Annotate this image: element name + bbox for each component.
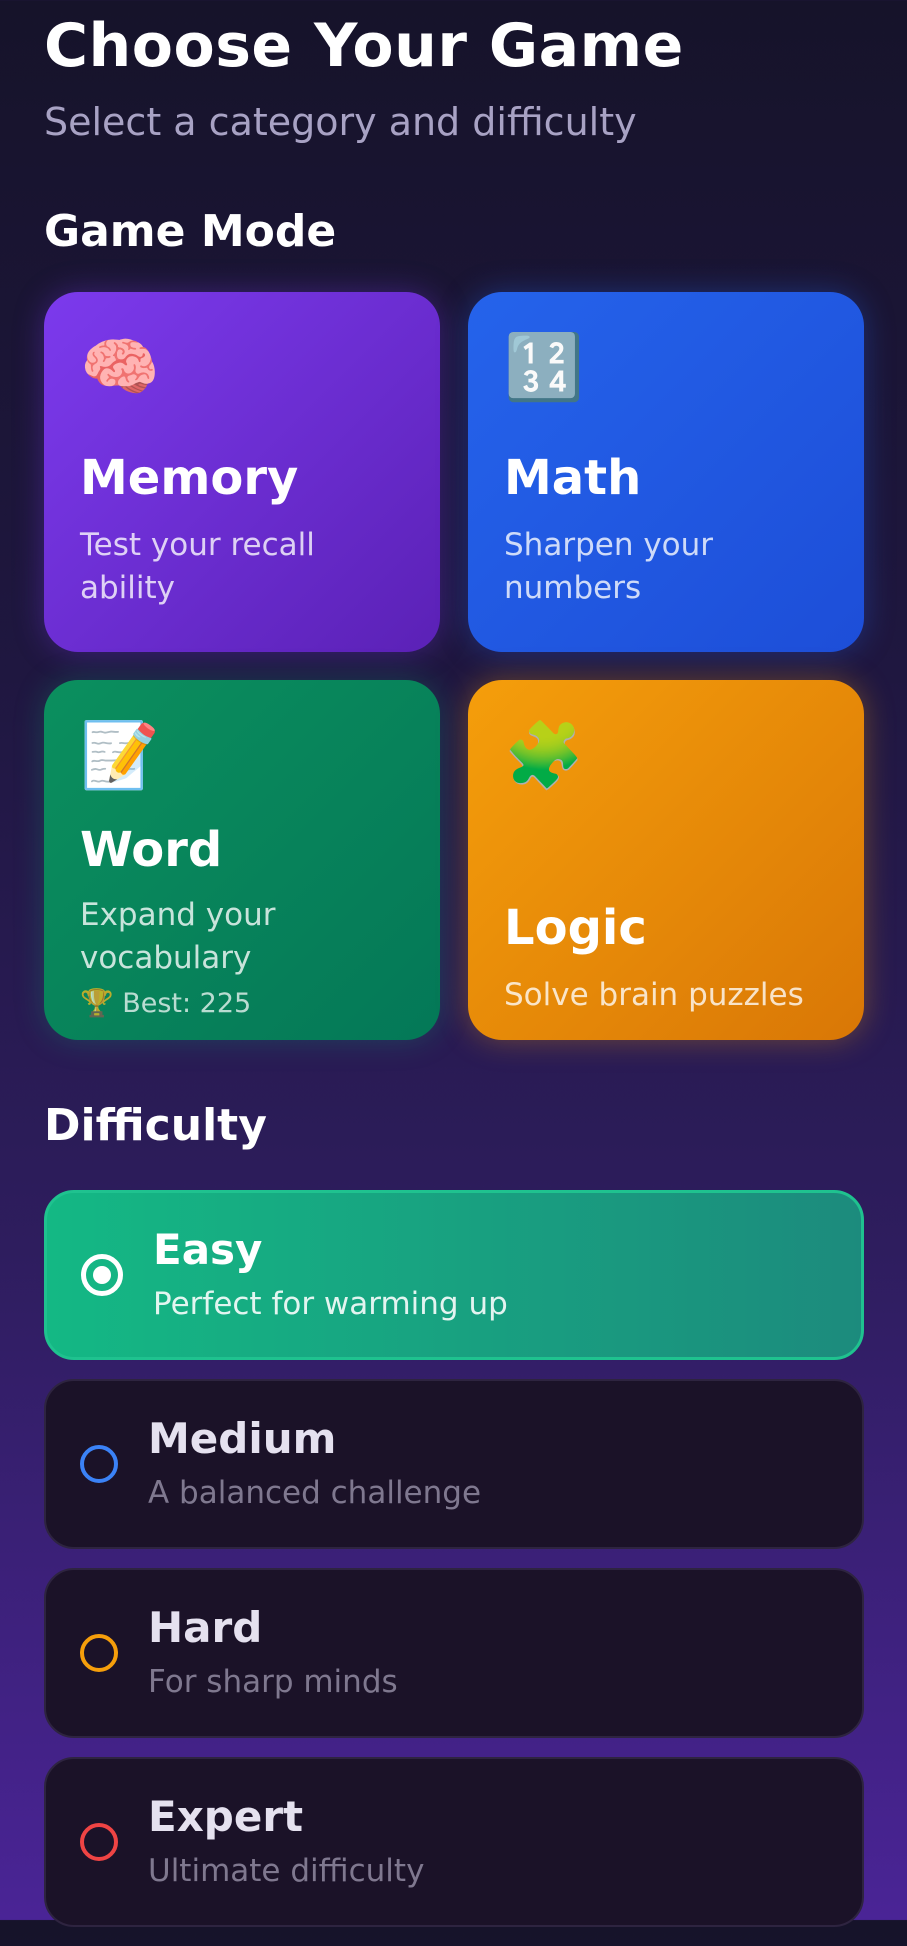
game-card-word[interactable]: 📝 Word Expand your vocabulary 🏆 Best: 22…	[44, 679, 440, 1040]
radio-selected-icon[interactable]	[81, 1253, 123, 1296]
difficulty-description: For sharp minds	[148, 1664, 398, 1701]
difficulty-text: Expert Ultimate difficulty	[148, 1796, 424, 1887]
numbers-icon: 🔢	[504, 330, 584, 405]
game-mode-grid: 🧠 Memory Test your recall ability 🔢 Math…	[44, 291, 864, 1040]
puzzle-icon: 🧩	[504, 718, 584, 793]
difficulty-option-medium[interactable]: Medium A balanced challenge	[44, 1378, 864, 1549]
card-description: Expand your vocabulary	[80, 896, 276, 976]
difficulty-text: Easy Perfect for warming up	[153, 1229, 508, 1320]
difficulty-option-easy[interactable]: Easy Perfect for warming up	[44, 1189, 864, 1360]
radio-unselected-icon[interactable]	[80, 1822, 118, 1861]
card-description: Sharpen your numbers	[504, 526, 714, 606]
game-card-memory[interactable]: 🧠 Memory Test your recall ability	[44, 291, 440, 652]
brain-icon: 🧠	[80, 330, 160, 405]
card-title: Memory	[80, 449, 299, 506]
game-selection-screen: Choose Your Game Select a category and d…	[44, 0, 864, 1946]
card-description: Test your recall ability	[80, 526, 315, 606]
difficulty-option-hard[interactable]: Hard For sharp minds	[44, 1567, 864, 1738]
difficulty-heading: Difficulty	[44, 1099, 267, 1151]
memo-icon: 📝	[80, 718, 160, 793]
difficulty-name: Hard	[148, 1603, 263, 1653]
radio-unselected-icon[interactable]	[80, 1633, 118, 1672]
difficulty-name: Easy	[153, 1225, 263, 1275]
difficulty-list: Easy Perfect for warming up Medium A bal…	[44, 1189, 864, 1927]
difficulty-description: Perfect for warming up	[153, 1286, 508, 1323]
game-mode-heading: Game Mode	[44, 205, 337, 257]
radio-unselected-icon[interactable]	[80, 1444, 118, 1483]
best-score: 🏆 Best: 225	[80, 987, 252, 1019]
card-title: Word	[80, 821, 223, 878]
page-subtitle: Select a category and difficulty	[44, 100, 637, 144]
difficulty-option-expert[interactable]: Expert Ultimate difficulty	[44, 1756, 864, 1927]
page-title: Choose Your Game	[44, 11, 684, 81]
difficulty-text: Hard For sharp minds	[148, 1607, 398, 1698]
difficulty-text: Medium A balanced challenge	[148, 1418, 481, 1509]
card-title: Math	[504, 449, 642, 506]
difficulty-description: Ultimate difficulty	[148, 1853, 425, 1890]
difficulty-description: A balanced challenge	[148, 1475, 482, 1512]
difficulty-name: Expert	[148, 1792, 304, 1842]
card-description: Solve brain puzzles	[504, 976, 804, 1013]
game-card-math[interactable]: 🔢 Math Sharpen your numbers	[468, 291, 864, 652]
difficulty-name: Medium	[148, 1414, 337, 1464]
game-card-logic[interactable]: 🧩 Logic Solve brain puzzles	[468, 679, 864, 1040]
card-title: Logic	[504, 899, 647, 956]
